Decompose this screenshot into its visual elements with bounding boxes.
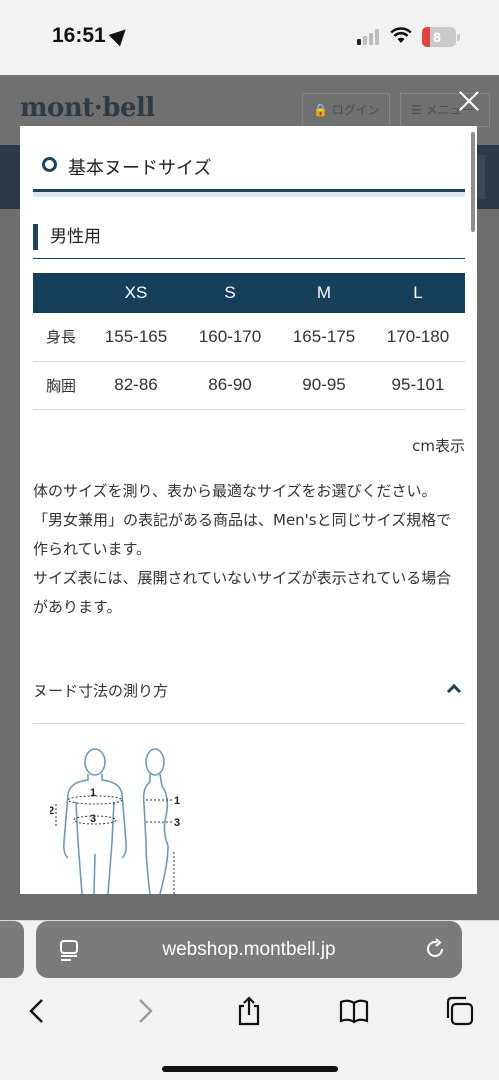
previous-tab-preview[interactable]: [0, 921, 24, 978]
site-logo: mont·bell: [20, 93, 155, 123]
description-line: サイズ表には、展開されていないサイズが表示されている場合があります。: [33, 569, 452, 616]
section-title-text: 基本ヌードサイズ: [68, 158, 212, 179]
figure-label: 1: [174, 795, 180, 807]
tabs-icon[interactable]: [443, 995, 475, 1027]
bookmarks-icon[interactable]: [338, 995, 370, 1027]
table-row-label: 胸囲: [33, 361, 89, 410]
modal-scrollbar[interactable]: [471, 132, 475, 232]
back-icon[interactable]: [22, 995, 54, 1027]
battery-icon: 8: [422, 27, 460, 47]
share-icon[interactable]: [233, 995, 265, 1027]
figure-label: 1: [90, 787, 96, 799]
reload-icon[interactable]: [424, 938, 446, 960]
figure-label: 3: [90, 813, 96, 825]
cellular-signal-icon: [357, 29, 381, 45]
table-header-cell: S: [183, 273, 277, 313]
description-line: 「男女兼用」の表記がある商品は、Men'sと同じサイズ規格で作られています。: [33, 511, 452, 558]
figure-label: 3: [174, 817, 180, 829]
login-button[interactable]: 🔒 ログイン: [302, 93, 390, 127]
reader-icon[interactable]: [58, 939, 80, 961]
sub-title: 男性用: [33, 224, 101, 250]
home-indicator: [162, 1066, 338, 1072]
unit-note: cm表示: [412, 437, 465, 455]
chevron-up-icon[interactable]: [446, 683, 462, 699]
size-modal: 基本ヌードサイズ 男性用 XS S M L 身長 155-165 160-170…: [20, 126, 477, 894]
url-text[interactable]: webshop.montbell.jp: [36, 921, 462, 978]
table-cell: 155-165: [89, 313, 183, 362]
wifi-icon: [390, 27, 412, 43]
table-header-row: XS S M L: [33, 273, 465, 313]
section-divider-shadow: [33, 192, 465, 197]
figure-label: 2: [50, 805, 54, 817]
description: 体のサイズを測り、表から最適なサイズをお選びください。 「男女兼用」の表記がある…: [33, 477, 465, 622]
table-cell: 86-90: [183, 361, 277, 410]
table-header-cell: L: [371, 273, 465, 313]
close-icon[interactable]: [458, 90, 480, 112]
status-time: 16:51: [52, 24, 106, 47]
table-header-cell: M: [277, 273, 371, 313]
address-bar[interactable]: webshop.montbell.jp: [36, 921, 462, 978]
table-cell: 160-170: [183, 313, 277, 362]
table-row-label: 身長: [33, 313, 89, 362]
table-cell: 165-175: [277, 313, 371, 362]
table-header-cell: [33, 273, 89, 313]
table-cell: 82-86: [89, 361, 183, 410]
measure-accordion[interactable]: ヌード寸法の測り方: [33, 674, 465, 724]
table-header-cell: XS: [89, 273, 183, 313]
forward-icon[interactable]: [128, 995, 160, 1027]
accordion-label: ヌード寸法の測り方: [33, 682, 169, 700]
section-title: 基本ヌードサイズ: [42, 154, 211, 180]
location-arrow-icon: [108, 23, 132, 47]
body-measure-figure: 1 2 3 1 3: [50, 748, 180, 894]
battery-level: 8: [433, 29, 441, 45]
circle-bullet-icon: [42, 157, 57, 172]
login-label: ログイン: [331, 103, 380, 117]
table-cell: 170-180: [371, 313, 465, 362]
table-cell: 90-95: [277, 361, 371, 410]
size-table: XS S M L 身長 155-165 160-170 165-175 170-…: [33, 273, 465, 410]
table-row: 胸囲 82-86 86-90 90-95 95-101: [33, 361, 465, 410]
description-line: 体のサイズを測り、表から最適なサイズをお選びください。: [33, 482, 437, 500]
browser-chrome: webshop.montbell.jp: [0, 920, 499, 1080]
browser-toolbar: [0, 989, 499, 1039]
sub-title-divider: [33, 258, 465, 259]
table-row: 身長 155-165 160-170 165-175 170-180: [33, 313, 465, 362]
table-cell: 95-101: [371, 361, 465, 410]
status-bar: 16:51 8: [0, 0, 499, 75]
